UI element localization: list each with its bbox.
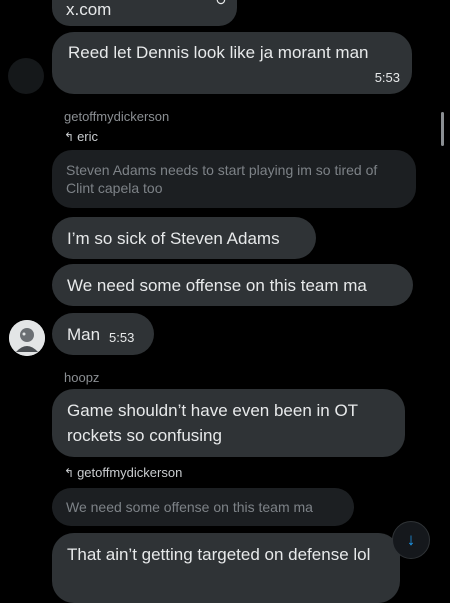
sender-name: getoffmydickerson [64,109,170,124]
message-text: That ain’t getting targeted on defense l… [67,545,371,564]
message-text: Man [67,325,101,344]
avatar-image [9,320,45,356]
message-bubble[interactable]: That ain’t getting targeted on defense l… [52,533,400,603]
message-text: I’m so sick of Steven Adams [67,229,280,248]
reply-to-name: getoffmydickerson [77,465,183,480]
message-text: Game shouldn’t have even been in OT rock… [67,401,358,445]
quoted-text: We need some offense on this team ma [66,499,313,515]
link-preview-card[interactable]: x.com ↺ [52,0,237,26]
message-time: 5:53 [374,70,400,85]
sender-name: hoopz [64,370,100,385]
message-bubble[interactable]: I’m so sick of Steven Adams [52,217,316,259]
reply-to-name: eric [77,129,99,144]
message-text: Reed let Dennis look like ja morant man [68,43,369,62]
reply-arrow-icon: ↰ [64,130,75,144]
avatar[interactable] [9,320,45,356]
reply-arrow-icon: ↰ [64,466,75,480]
quoted-text: Steven Adams needs to start playing im s… [66,162,378,196]
message-bubble[interactable]: We need some offense on this team ma [52,264,413,306]
message-time: 5:53 [109,330,135,345]
reply-indicator: ↰ eric [64,129,98,144]
scroll-to-bottom-button[interactable]: ↓ [392,521,430,559]
scrollbar-thumb[interactable] [441,112,444,146]
message-bubble[interactable]: Man 5:53 [52,313,154,355]
avatar-faded[interactable] [8,58,44,94]
arrow-down-icon: ↓ [406,530,416,549]
link-domain: x.com [66,0,112,19]
link-icon: ↺ [215,0,227,8]
message-bubble[interactable]: Reed let Dennis look like ja morant man … [52,32,412,94]
reply-indicator: ↰ getoffmydickerson [64,465,182,480]
message-text: We need some offense on this team ma [67,276,367,295]
quoted-message[interactable]: Steven Adams needs to start playing im s… [52,150,416,208]
message-bubble[interactable]: Game shouldn’t have even been in OT rock… [52,389,405,457]
quoted-message[interactable]: We need some offense on this team ma [52,488,354,526]
